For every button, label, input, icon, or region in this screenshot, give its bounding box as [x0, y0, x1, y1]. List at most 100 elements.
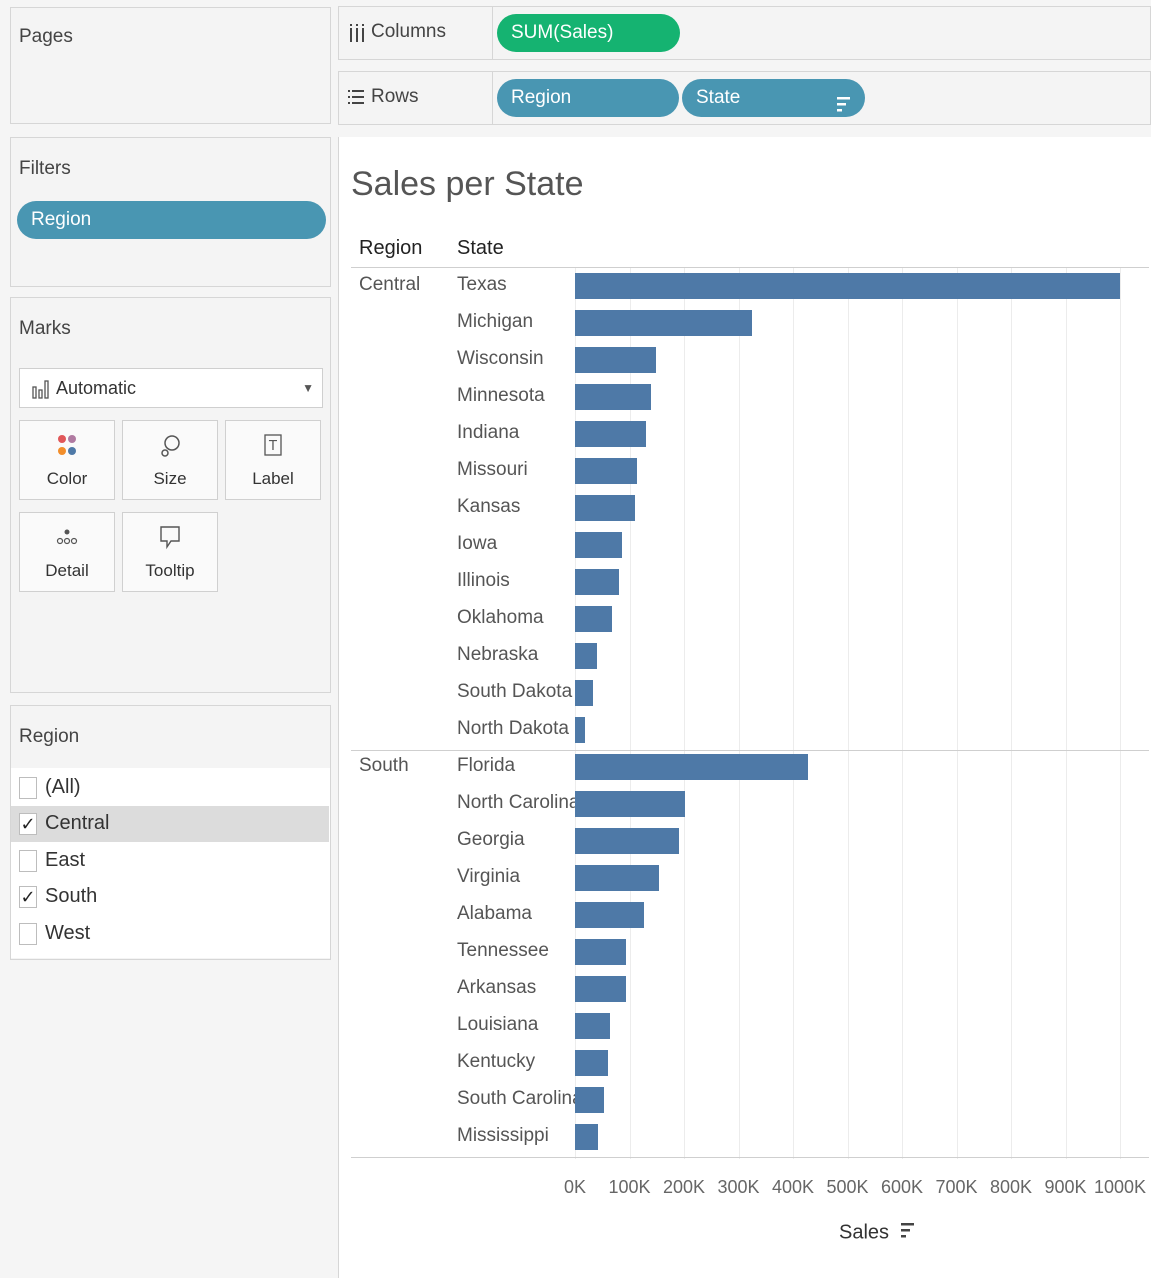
- columns-shelf[interactable]: Columns SUM(Sales): [338, 6, 1151, 60]
- x-tick-label: 300K: [717, 1177, 760, 1197]
- bar[interactable]: [575, 902, 644, 928]
- x-tick-label: 100K: [608, 1177, 651, 1197]
- x-tick-label: 0K: [563, 1177, 587, 1197]
- color-icon: [20, 433, 114, 463]
- state-label: Oklahoma: [457, 607, 544, 628]
- size-label: Size: [153, 469, 187, 488]
- state-label: Virginia: [457, 866, 521, 887]
- size-icon: [123, 433, 217, 463]
- sort-icon: [900, 1221, 915, 1245]
- bar[interactable]: [575, 643, 598, 669]
- detail-label: Detail: [45, 561, 89, 580]
- x-tick-label: 800K: [989, 1177, 1033, 1197]
- bar[interactable]: [575, 384, 652, 410]
- tooltip-label: Tooltip: [145, 561, 195, 580]
- filter-item-south[interactable]: ✓ South: [11, 879, 329, 915]
- mark-type-label: Automatic: [56, 378, 137, 398]
- bar[interactable]: [575, 1087, 605, 1113]
- rows-pill-region[interactable]: Region: [497, 79, 679, 117]
- columns-icon: [349, 23, 365, 48]
- tooltip-button[interactable]: Tooltip: [122, 512, 218, 592]
- x-tick-label: 400K: [771, 1177, 815, 1197]
- sort-descending-icon: [837, 89, 851, 127]
- bar[interactable]: [575, 310, 753, 336]
- pages-panel: Pages: [10, 7, 331, 124]
- bar[interactable]: [575, 532, 623, 558]
- checkbox[interactable]: [19, 923, 37, 945]
- checkbox[interactable]: [19, 777, 37, 799]
- bar[interactable]: [575, 791, 685, 817]
- filter-item-west[interactable]: West: [11, 916, 329, 952]
- filters-panel: Filters Region: [10, 137, 331, 287]
- bar[interactable]: [575, 680, 593, 706]
- bar[interactable]: [575, 569, 620, 595]
- x-tick-label: 900K: [1044, 1177, 1087, 1197]
- color-button[interactable]: Color: [19, 420, 115, 500]
- gridline: [956, 267, 958, 1159]
- gridline: [738, 267, 740, 1159]
- state-label: Arkansas: [457, 977, 537, 998]
- state-label: Texas: [457, 274, 507, 295]
- x-tick-label: 1000K: [1093, 1177, 1147, 1197]
- gridline: [1011, 267, 1012, 1159]
- bar[interactable]: [575, 865, 660, 891]
- bar[interactable]: [575, 939, 627, 965]
- label-icon: T: [226, 433, 320, 463]
- state-label: Missouri: [457, 459, 528, 480]
- state-label: South Dakota: [457, 681, 573, 702]
- filter-item-all[interactable]: (All): [11, 770, 329, 806]
- gridline: [1120, 267, 1121, 1159]
- rows-pill-state[interactable]: State: [682, 79, 865, 117]
- bar-chart-icon: [32, 379, 50, 404]
- bar[interactable]: [575, 717, 585, 743]
- bar[interactable]: [575, 1013, 611, 1039]
- bar[interactable]: [575, 606, 613, 632]
- bar[interactable]: [575, 458, 637, 484]
- filter-item-central[interactable]: ✓ Central: [11, 806, 329, 842]
- pages-title: Pages: [19, 26, 73, 47]
- size-button[interactable]: Size: [122, 420, 218, 500]
- gridline: [684, 267, 685, 1159]
- region-filter-list: (All) ✓ Central East ✓ South West: [11, 768, 330, 958]
- region-label: Central: [359, 274, 421, 295]
- bar[interactable]: [575, 754, 808, 780]
- mark-type-dropdown[interactable]: Automatic ▼: [19, 368, 323, 408]
- bar[interactable]: [575, 828, 679, 854]
- detail-icon: [20, 525, 114, 555]
- rows-shelf-label: Rows: [339, 72, 493, 124]
- filter-item-label: East: [45, 849, 86, 871]
- state-label: Georgia: [457, 829, 525, 850]
- checkbox[interactable]: [19, 850, 37, 872]
- state-label: Florida: [457, 755, 516, 776]
- chart-area: 0K 100K 200K 300K 400K 500K 600K 700K 800K 900K 10…: [339, 137, 1151, 1278]
- filter-item-label: Central: [45, 812, 110, 834]
- x-axis-title: Sales: [839, 1221, 915, 1245]
- checkbox-checked[interactable]: ✓: [19, 813, 37, 835]
- columns-pill-sum-sales[interactable]: SUM(Sales): [497, 14, 680, 52]
- bar[interactable]: [575, 421, 647, 447]
- region-filter-title: Region: [19, 726, 80, 747]
- color-label: Color: [46, 469, 88, 488]
- svg-text:T: T: [268, 439, 277, 454]
- rows-shelf[interactable]: Rows Region State: [338, 71, 1151, 125]
- detail-button[interactable]: Detail: [19, 512, 115, 592]
- label-button[interactable]: T Label: [225, 420, 321, 500]
- state-label: Wisconsin: [457, 348, 544, 369]
- state-label: Nebraska: [457, 644, 539, 665]
- filter-item-label: South: [45, 885, 98, 907]
- x-tick-label: 200K: [662, 1177, 706, 1197]
- bar[interactable]: [575, 495, 635, 521]
- bar[interactable]: [575, 1124, 599, 1150]
- state-label: North Dakota: [457, 718, 569, 739]
- bar[interactable]: [575, 347, 656, 373]
- tooltip-icon: [123, 525, 217, 555]
- x-tick-label: 600K: [880, 1177, 924, 1197]
- filter-item-east[interactable]: East: [11, 843, 329, 879]
- bar[interactable]: [575, 1050, 608, 1076]
- bar[interactable]: [575, 273, 1120, 299]
- bar[interactable]: [575, 976, 627, 1002]
- rows-icon: [347, 88, 365, 111]
- gridline: [847, 267, 849, 1159]
- filter-pill-region[interactable]: Region: [17, 201, 326, 239]
- checkbox-checked[interactable]: ✓: [19, 886, 37, 908]
